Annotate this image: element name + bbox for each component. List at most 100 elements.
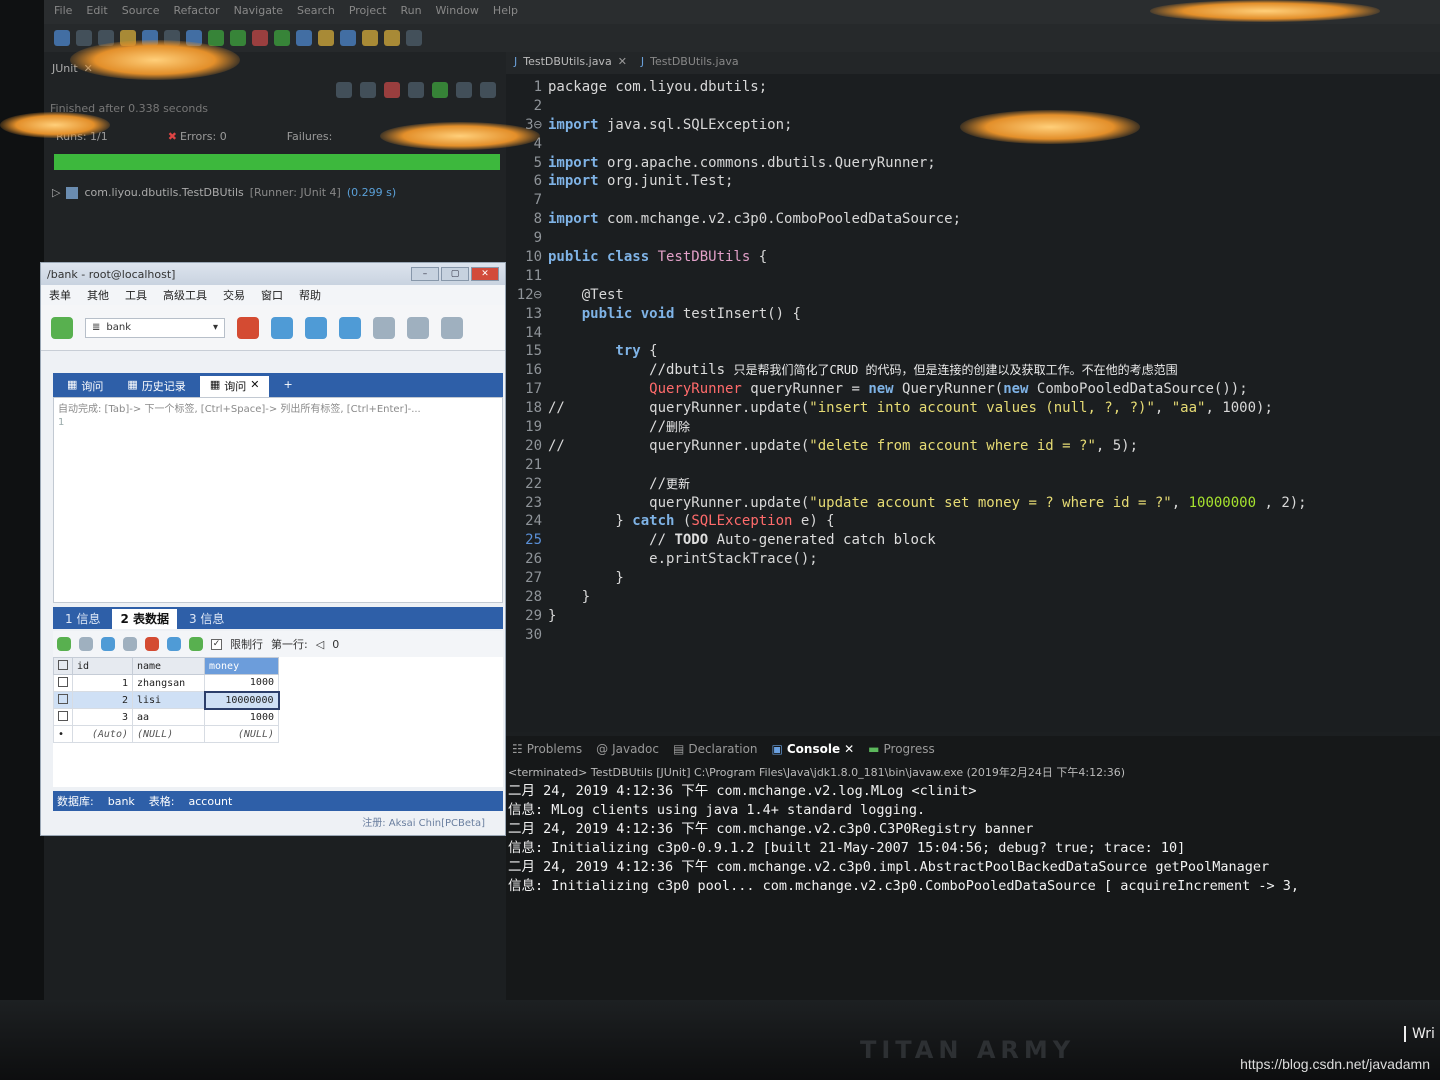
limit-checkbox[interactable]: ✓: [211, 638, 222, 650]
table-icon[interactable]: [407, 316, 429, 339]
cell-money[interactable]: 1000: [204, 674, 279, 692]
first-row-value[interactable]: 0: [332, 638, 339, 651]
close-icon[interactable]: ✕: [844, 742, 854, 756]
cell-id[interactable]: 2: [72, 691, 133, 709]
tab-console[interactable]: ▣ Console ✕: [772, 741, 855, 757]
menu-item[interactable]: 表单: [49, 287, 71, 303]
tab-table-data[interactable]: 2 表数据: [112, 609, 177, 629]
tab-message[interactable]: 1 信息: [57, 609, 108, 629]
maximize-icon[interactable]: ▢: [441, 267, 469, 281]
menu-item[interactable]: 帮助: [299, 287, 321, 303]
history-icon[interactable]: [480, 82, 496, 98]
cell-id[interactable]: 3: [72, 708, 133, 726]
sqlyog-titlebar[interactable]: /bank - root@localhost] – ▢ ✕: [41, 263, 505, 285]
open-type-icon[interactable]: [318, 30, 334, 46]
tab-info[interactable]: 3 信息: [181, 609, 232, 629]
tab-declaration[interactable]: ▤ Declaration: [673, 741, 758, 757]
view-mode-icon[interactable]: [79, 637, 93, 651]
stop-icon[interactable]: [252, 30, 268, 46]
close-icon[interactable]: ✕: [618, 55, 627, 71]
database-select[interactable]: ≣ bank ▾: [85, 317, 225, 338]
grid-icon[interactable]: [441, 316, 463, 339]
cell-name[interactable]: zhangsan: [132, 674, 205, 692]
tab-history[interactable]: ▦ 历史记录: [117, 376, 195, 397]
open-resource-icon[interactable]: [362, 30, 378, 46]
row-checkbox[interactable]: [53, 708, 73, 726]
tab-problems[interactable]: ☷ Problems: [512, 741, 582, 757]
cell-money[interactable]: 10000000: [203, 690, 280, 710]
console-output[interactable]: 二月 24, 2019 4:12:36 下午 com.mchange.v2.lo…: [508, 782, 1299, 896]
column-header-money[interactable]: money: [204, 657, 279, 675]
table-row[interactable]: 2 lisi 10000000: [53, 690, 280, 710]
table-row-new[interactable]: • (Auto) (NULL) (NULL): [53, 725, 279, 743]
row-select-header[interactable]: [53, 657, 73, 675]
sync-database-icon[interactable]: [305, 316, 327, 339]
cell-money[interactable]: 1000: [204, 708, 279, 726]
editor-tab-active[interactable]: J TestDBUtils.java ✕: [514, 55, 627, 71]
menu-window[interactable]: Window: [436, 4, 479, 20]
table-row[interactable]: 3 aa 1000: [53, 708, 279, 726]
tab-query[interactable]: ▦ 询问: [57, 376, 113, 397]
insert-row-icon[interactable]: [101, 637, 115, 651]
minimize-icon[interactable]: –: [411, 267, 439, 281]
cell-money[interactable]: (NULL): [204, 725, 279, 743]
menu-item[interactable]: 窗口: [261, 287, 283, 303]
backup-icon[interactable]: [339, 316, 361, 339]
show-failures-icon[interactable]: [384, 82, 400, 98]
back-icon[interactable]: [384, 30, 400, 46]
column-header-id[interactable]: id: [72, 657, 133, 675]
menu-refactor[interactable]: Refactor: [174, 4, 220, 20]
editor-tab-inactive[interactable]: J TestDBUtils.java: [641, 55, 739, 71]
new-class-icon[interactable]: [296, 30, 312, 46]
add-database-icon[interactable]: [271, 316, 293, 339]
run-icon[interactable]: [230, 30, 246, 46]
close-icon[interactable]: ✕: [471, 267, 499, 281]
menu-project[interactable]: Project: [349, 4, 387, 20]
cell-name[interactable]: aa: [132, 708, 205, 726]
connect-icon[interactable]: [51, 316, 73, 339]
schema-designer-icon[interactable]: [373, 316, 395, 339]
tab-query-active[interactable]: ▦ 询问 ✕: [199, 376, 270, 397]
junit-tree-item[interactable]: ▷ com.liyou.dbutils.TestDBUtils [Runner:…: [52, 186, 396, 199]
menu-item[interactable]: 其他: [87, 287, 109, 303]
cell-name[interactable]: (NULL): [132, 725, 205, 743]
menu-item[interactable]: 高级工具: [163, 287, 207, 303]
rerun-icon[interactable]: [432, 82, 448, 98]
stop-test-icon[interactable]: [456, 82, 472, 98]
tab-progress[interactable]: ▬ Progress: [868, 741, 935, 757]
prev-page-icon[interactable]: ◁: [316, 638, 324, 651]
cell-name[interactable]: lisi: [132, 691, 205, 709]
refresh-icon[interactable]: [57, 637, 71, 651]
new-icon[interactable]: [54, 30, 70, 46]
menu-run[interactable]: Run: [400, 4, 421, 20]
next-failure-icon[interactable]: [336, 82, 352, 98]
code-editor[interactable]: J TestDBUtils.java ✕ J TestDBUtils.java …: [506, 52, 1440, 732]
delete-icon[interactable]: [145, 637, 159, 651]
run-last-icon[interactable]: [274, 30, 290, 46]
forward-icon[interactable]: [406, 30, 422, 46]
save-icon[interactable]: [76, 30, 92, 46]
menu-item[interactable]: 交易: [223, 287, 245, 303]
table-row[interactable]: 1 zhangsan 1000: [53, 674, 279, 692]
close-icon[interactable]: ✕: [250, 378, 259, 395]
scroll-lock-icon[interactable]: [408, 82, 424, 98]
filter-icon[interactable]: [189, 637, 203, 651]
add-tab-button[interactable]: +: [273, 376, 302, 397]
debug-icon[interactable]: [208, 30, 224, 46]
save-icon[interactable]: [123, 637, 137, 651]
previous-failure-icon[interactable]: [360, 82, 376, 98]
search-icon[interactable]: [340, 30, 356, 46]
expand-arrow-icon[interactable]: ▷: [52, 186, 60, 199]
cell-id[interactable]: (Auto): [72, 725, 133, 743]
user-icon[interactable]: [237, 316, 259, 339]
menu-file[interactable]: File: [54, 4, 72, 20]
menu-source[interactable]: Source: [122, 4, 160, 20]
menu-item[interactable]: 工具: [125, 287, 147, 303]
tab-javadoc[interactable]: @ Javadoc: [596, 741, 659, 757]
column-header-name[interactable]: name: [132, 657, 205, 675]
cell-id[interactable]: 1: [72, 674, 133, 692]
menu-edit[interactable]: Edit: [86, 4, 107, 20]
row-checkbox[interactable]: [53, 691, 73, 709]
grid-view-icon[interactable]: [167, 637, 181, 651]
menu-search[interactable]: Search: [297, 4, 335, 20]
